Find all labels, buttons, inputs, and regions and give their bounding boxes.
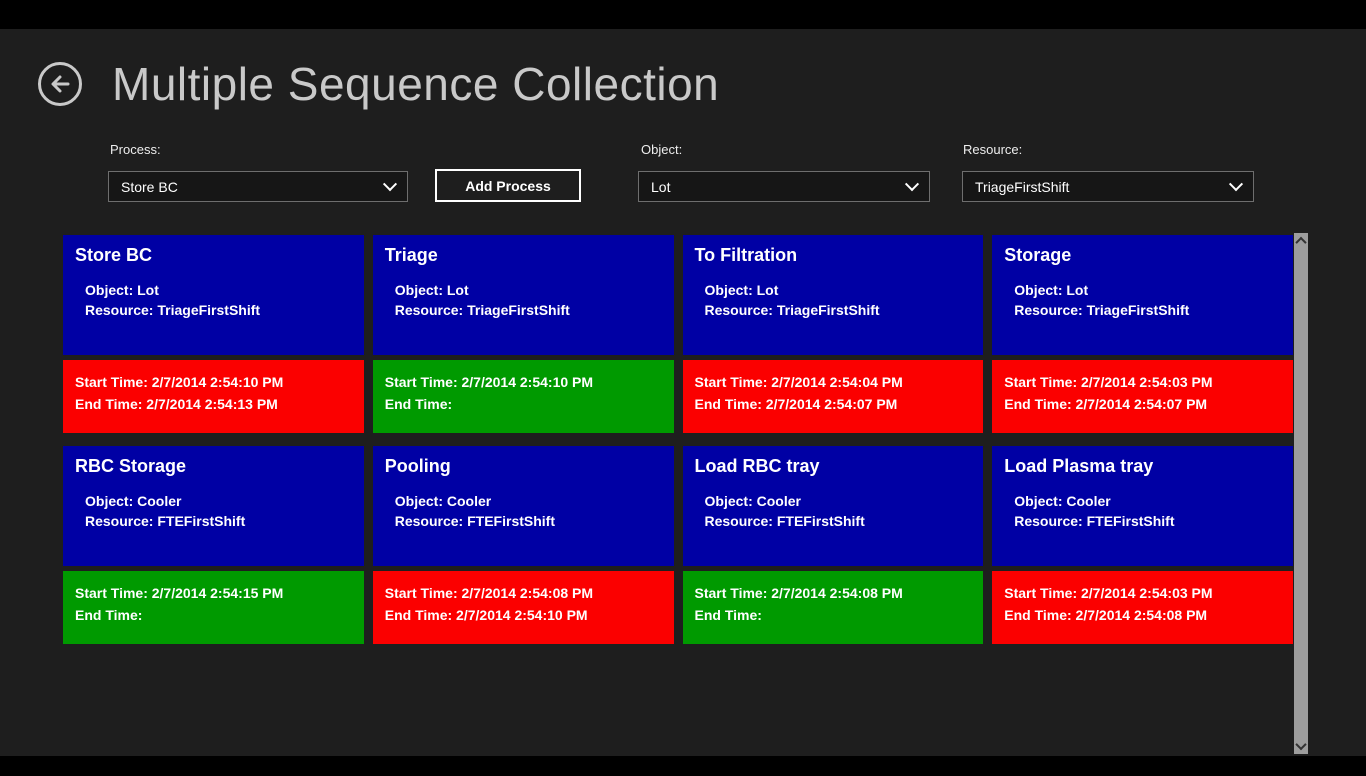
card-main: Load Plasma tray Object: Cooler Resource… <box>992 446 1293 566</box>
process-card[interactable]: Triage Object: Lot Resource: TriageFirst… <box>373 235 674 433</box>
card-end-time: End Time: <box>75 604 352 626</box>
object-select-value: Lot <box>651 179 899 195</box>
card-start-time: Start Time: 2/7/2014 2:54:08 PM <box>385 582 662 604</box>
scrollbar[interactable] <box>1294 233 1308 754</box>
card-object: Object: Cooler <box>705 493 972 509</box>
card-title: Storage <box>1004 245 1281 266</box>
card-end-time: End Time: 2/7/2014 2:54:13 PM <box>75 393 352 415</box>
card-start-time: Start Time: 2/7/2014 2:54:10 PM <box>385 371 662 393</box>
card-title: Load RBC tray <box>695 456 972 477</box>
card-main: To Filtration Object: Lot Resource: Tria… <box>683 235 984 355</box>
card-status: Start Time: 2/7/2014 2:54:03 PM End Time… <box>992 571 1293 644</box>
card-title: Pooling <box>385 456 662 477</box>
card-title: Load Plasma tray <box>1004 456 1281 477</box>
process-select-value: Store BC <box>121 179 377 195</box>
card-main: RBC Storage Object: Cooler Resource: FTE… <box>63 446 364 566</box>
card-start-time: Start Time: 2/7/2014 2:54:15 PM <box>75 582 352 604</box>
card-start-time: Start Time: 2/7/2014 2:54:03 PM <box>1004 582 1281 604</box>
card-status: Start Time: 2/7/2014 2:54:04 PM End Time… <box>683 360 984 433</box>
chevron-down-icon <box>1229 177 1243 191</box>
object-select[interactable]: Lot <box>638 171 930 202</box>
process-card[interactable]: RBC Storage Object: Cooler Resource: FTE… <box>63 446 364 644</box>
header: Multiple Sequence Collection <box>38 57 719 111</box>
card-start-time: Start Time: 2/7/2014 2:54:10 PM <box>75 371 352 393</box>
chevron-down-icon <box>905 177 919 191</box>
card-main: Pooling Object: Cooler Resource: FTEFirs… <box>373 446 674 566</box>
card-object: Object: Lot <box>395 282 662 298</box>
card-main: Load RBC tray Object: Cooler Resource: F… <box>683 446 984 566</box>
card-status: Start Time: 2/7/2014 2:54:08 PM End Time… <box>373 571 674 644</box>
scroll-down-icon[interactable] <box>1295 739 1306 750</box>
process-card-grid: Store BC Object: Lot Resource: TriageFir… <box>63 235 1293 644</box>
process-card[interactable]: Storage Object: Lot Resource: TriageFirs… <box>992 235 1293 433</box>
process-card[interactable]: Load RBC tray Object: Cooler Resource: F… <box>683 446 984 644</box>
card-object: Object: Cooler <box>85 493 352 509</box>
card-resource: Resource: FTEFirstShift <box>85 513 352 529</box>
card-main: Storage Object: Lot Resource: TriageFirs… <box>992 235 1293 355</box>
card-status: Start Time: 2/7/2014 2:54:15 PM End Time… <box>63 571 364 644</box>
card-end-time: End Time: 2/7/2014 2:54:07 PM <box>1004 393 1281 415</box>
card-start-time: Start Time: 2/7/2014 2:54:08 PM <box>695 582 972 604</box>
process-card[interactable]: Load Plasma tray Object: Cooler Resource… <box>992 446 1293 644</box>
card-start-time: Start Time: 2/7/2014 2:54:03 PM <box>1004 371 1281 393</box>
card-end-time: End Time: <box>695 604 972 626</box>
card-main: Triage Object: Lot Resource: TriageFirst… <box>373 235 674 355</box>
card-title: RBC Storage <box>75 456 352 477</box>
chevron-down-icon <box>383 177 397 191</box>
card-object: Object: Cooler <box>1014 493 1281 509</box>
process-card[interactable]: Store BC Object: Lot Resource: TriageFir… <box>63 235 364 433</box>
back-button[interactable] <box>38 62 82 106</box>
card-end-time: End Time: 2/7/2014 2:54:08 PM <box>1004 604 1281 626</box>
card-object: Object: Lot <box>705 282 972 298</box>
process-label: Process: <box>110 142 161 157</box>
resource-select-value: TriageFirstShift <box>975 179 1223 195</box>
card-resource: Resource: TriageFirstShift <box>1014 302 1281 318</box>
card-end-time: End Time: 2/7/2014 2:54:10 PM <box>385 604 662 626</box>
card-resource: Resource: FTEFirstShift <box>395 513 662 529</box>
card-main: Store BC Object: Lot Resource: TriageFir… <box>63 235 364 355</box>
add-process-button[interactable]: Add Process <box>435 169 581 202</box>
top-edge-bar <box>0 0 1366 29</box>
card-resource: Resource: TriageFirstShift <box>85 302 352 318</box>
card-end-time: End Time: 2/7/2014 2:54:07 PM <box>695 393 972 415</box>
card-object: Object: Cooler <box>395 493 662 509</box>
card-title: Triage <box>385 245 662 266</box>
card-title: Store BC <box>75 245 352 266</box>
object-label: Object: <box>641 142 682 157</box>
card-status: Start Time: 2/7/2014 2:54:10 PM End Time… <box>373 360 674 433</box>
card-resource: Resource: TriageFirstShift <box>705 302 972 318</box>
card-resource: Resource: FTEFirstShift <box>1014 513 1281 529</box>
card-status: Start Time: 2/7/2014 2:54:10 PM End Time… <box>63 360 364 433</box>
scroll-up-icon[interactable] <box>1295 237 1306 248</box>
back-arrow-icon <box>47 71 73 97</box>
bottom-edge-bar <box>0 756 1366 776</box>
card-end-time: End Time: <box>385 393 662 415</box>
card-status: Start Time: 2/7/2014 2:54:03 PM End Time… <box>992 360 1293 433</box>
process-card[interactable]: Pooling Object: Cooler Resource: FTEFirs… <box>373 446 674 644</box>
process-select[interactable]: Store BC <box>108 171 408 202</box>
card-resource: Resource: FTEFirstShift <box>705 513 972 529</box>
card-object: Object: Lot <box>85 282 352 298</box>
card-object: Object: Lot <box>1014 282 1281 298</box>
page-title: Multiple Sequence Collection <box>112 57 719 111</box>
card-resource: Resource: TriageFirstShift <box>395 302 662 318</box>
resource-label: Resource: <box>963 142 1022 157</box>
resource-select[interactable]: TriageFirstShift <box>962 171 1254 202</box>
card-title: To Filtration <box>695 245 972 266</box>
card-start-time: Start Time: 2/7/2014 2:54:04 PM <box>695 371 972 393</box>
card-status: Start Time: 2/7/2014 2:54:08 PM End Time… <box>683 571 984 644</box>
process-card[interactable]: To Filtration Object: Lot Resource: Tria… <box>683 235 984 433</box>
